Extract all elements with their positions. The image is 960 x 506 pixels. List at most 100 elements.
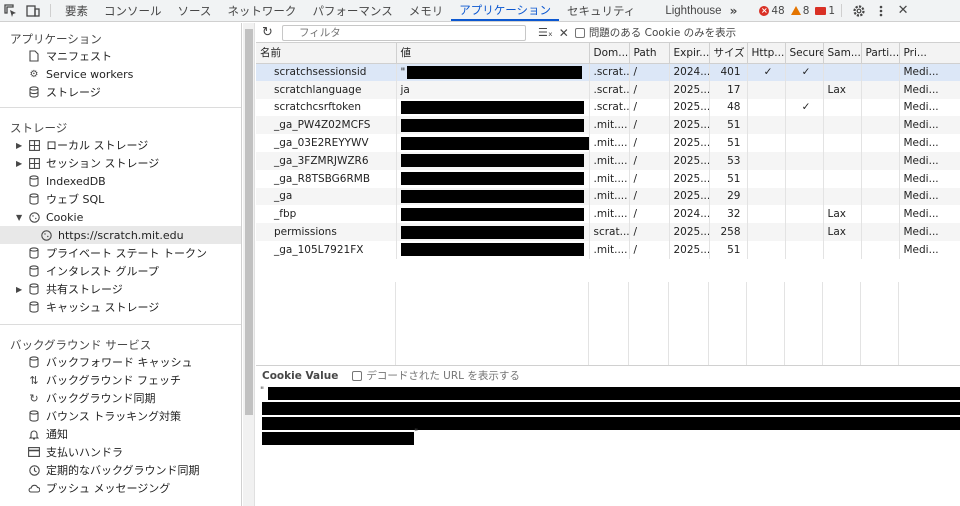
col-header-priority[interactable]: Pri... [899, 43, 960, 64]
inspect-element-icon[interactable] [0, 0, 22, 21]
clear-filtered-cookies-icon[interactable]: ☰ₓ [538, 26, 553, 39]
sidebar-item-background-sync[interactable]: ↻ バックグラウンド同期 [0, 389, 241, 407]
table-row[interactable]: scratchcsrftoken .scrat... / 2025... 48 ✓ Medi… [256, 98, 960, 117]
sidebar-item-bfcache[interactable]: バックフォワード キャッシュ [0, 353, 241, 371]
cell-expires-text: 2025... [673, 83, 709, 96]
table-header-row: 名前 値 Dom... Path Expir... サイズ Http... Se… [256, 43, 960, 64]
kebab-menu-icon[interactable] [870, 0, 892, 21]
tab-network[interactable]: ネットワーク [219, 0, 304, 21]
collapse-caret-icon[interactable]: ▼ [16, 213, 22, 222]
tab-application[interactable]: アプリケーション [451, 0, 559, 21]
sidebar-item-web-sql[interactable]: ウェブ SQL [0, 190, 241, 208]
cell-name: _ga [256, 187, 397, 206]
col-header-value[interactable]: 値 [396, 43, 590, 64]
sidebar-item-periodic-sync[interactable]: 定期的なバックグラウンド同期 [0, 461, 241, 479]
sidebar-item-cookie-origin[interactable]: https://scratch.mit.edu [0, 226, 241, 244]
table-row[interactable]: _ga_3FZMRJWZR6 .mit.... / 2025... 53 Medi... [256, 151, 960, 170]
cell-size: 48 [709, 98, 748, 117]
sidebar-item-app-storage[interactable]: ストレージ [0, 83, 241, 101]
sidebar-item-session-storage[interactable]: ▶ セッション ストレージ [0, 154, 241, 172]
tab-elements[interactable]: 要素 [57, 0, 96, 21]
col-header-name[interactable]: 名前 [256, 43, 397, 64]
close-devtools-icon[interactable]: ✕ [892, 0, 914, 21]
col-header-path[interactable]: Path [629, 43, 670, 64]
col-header-size[interactable]: サイズ [709, 43, 748, 64]
table-row[interactable]: _ga_03E2REYYWV .mit.... / 2025... 51 Medi... [256, 134, 960, 152]
col-header-samesite[interactable]: Sam... [823, 43, 862, 64]
table-row[interactable]: scratchsessionsid " .scrat... / 2024... 401 ✓ ✓… [256, 63, 960, 81]
sidebar-item-push-messaging[interactable]: プッシュ メッセージング [0, 479, 241, 497]
cell-expires: 2025... [669, 169, 710, 188]
tab-memory[interactable]: メモリ [401, 0, 452, 21]
cell-path: / [629, 134, 670, 152]
col-header-domain[interactable]: Dom... [589, 43, 630, 64]
cell-samesite [823, 187, 862, 206]
expand-caret-icon[interactable]: ▶ [16, 285, 22, 294]
sidebar-item-shared-storage[interactable]: ▶ 共有ストレージ [0, 280, 241, 298]
sidebar-item-interest-groups[interactable]: インタレスト グループ [0, 262, 241, 280]
filter-input[interactable] [282, 24, 526, 41]
table-row[interactable]: scratchlanguage ja .scrat... / 2025... 17 Lax M… [256, 80, 960, 99]
warning-count[interactable]: 8 [790, 0, 809, 21]
credit-card-icon [28, 446, 40, 458]
checkbox-box[interactable] [352, 370, 363, 381]
sidebar-item-private-state-tokens[interactable]: プライベート ステート トークン [0, 244, 241, 262]
sidebar-item-background-fetch[interactable]: ⇅ バックグラウンド フェッチ [0, 371, 241, 389]
section-application: アプリケーション [10, 32, 102, 46]
expand-caret-icon[interactable]: ▶ [16, 159, 22, 168]
checkbox-box[interactable] [574, 27, 585, 38]
cell-name-text: _ga_PW4Z02MCFS [274, 119, 371, 132]
col-header-httponly[interactable]: Http... [747, 43, 786, 64]
table-row[interactable]: permissions scrat... / 2025... 258 Lax Medi... [256, 223, 960, 241]
tab-console[interactable]: コンソール [96, 0, 170, 21]
table-row[interactable]: _ga_105L7921FX .mit.... / 2025... 51 Medi... [256, 240, 960, 259]
settings-gear-icon[interactable] [848, 0, 870, 21]
show-decoded-url-checkbox[interactable]: デコードされた URL を表示する [352, 368, 520, 383]
sidebar-item-notifications[interactable]: 通知 [0, 425, 241, 443]
tab-lighthouse[interactable]: Lighthouse [643, 0, 729, 21]
col-header-expires[interactable]: Expir... [669, 43, 710, 64]
more-tabs-button[interactable]: » [730, 0, 744, 21]
cell-samesite [823, 63, 862, 81]
issues-count[interactable]: 1 [815, 0, 835, 21]
sidebar-item-indexeddb[interactable]: IndexedDB [0, 172, 241, 190]
table-row[interactable]: _ga_PW4Z02MCFS .mit.... / 2025... 51 Medi... [256, 116, 960, 135]
tab-sources[interactable]: ソース [170, 0, 220, 21]
toolbar-divider [50, 4, 51, 17]
table-row[interactable]: _fbp .mit.... / 2024... 32 Lax Medi... [256, 205, 960, 224]
cell-domain: .mit.... [589, 134, 630, 152]
table-row[interactable]: _ga_R8TSBG6RMB .mit.... / 2025... 51 Medi... [256, 169, 960, 188]
filter-field[interactable]: ⏷ [282, 24, 526, 41]
error-count[interactable]: × 48 [759, 0, 785, 21]
delete-selected-icon[interactable]: ✕ [559, 26, 569, 40]
sidebar-item-bounce-tracking[interactable]: バウンス トラッキング対策 [0, 407, 241, 425]
database-icon [28, 86, 40, 98]
device-toolbar-icon[interactable] [22, 0, 44, 21]
sidebar-item-local-storage[interactable]: ▶ ローカル ストレージ [0, 136, 241, 154]
tab-performance[interactable]: パフォーマンス [304, 0, 400, 21]
cell-expires: 2025... [669, 187, 710, 206]
sidebar-item-payment-handler[interactable]: 支払いハンドラ [0, 443, 241, 461]
cell-httponly: ✓ [747, 63, 786, 81]
col-header-secure[interactable]: Secure [785, 43, 824, 64]
cell-secure [785, 240, 824, 259]
sidebar-item-manifest[interactable]: マニフェスト [0, 47, 241, 65]
sidebar-scrollbar-thumb[interactable] [245, 29, 253, 415]
cell-value [396, 169, 590, 188]
sidebar-scrollbar[interactable] [243, 23, 255, 506]
sidebar-item-service-workers[interactable]: ⚙ Service workers [0, 65, 241, 83]
table-row[interactable]: _ga .mit.... / 2025... 29 Medi... [256, 187, 960, 206]
cell-expires: 2025... [669, 80, 710, 99]
refresh-icon[interactable]: ↻ [262, 25, 276, 40]
database-icon [28, 265, 40, 277]
tab-security[interactable]: セキュリティ [559, 0, 643, 21]
cell-path-text: / [633, 226, 638, 239]
cell-size-text: 51 [727, 243, 741, 256]
sidebar-item-label: プッシュ メッセージング [46, 482, 171, 495]
expand-caret-icon[interactable]: ▶ [16, 141, 22, 150]
problem-cookies-only-checkbox[interactable]: 問題のある Cookie のみを表示 [574, 25, 736, 40]
col-header-partition[interactable]: Parti... [861, 43, 900, 64]
sidebar-item-cookies[interactable]: ▼ Cookie [0, 208, 241, 226]
sidebar-item-cache-storage[interactable]: キャッシュ ストレージ [0, 298, 241, 316]
cookie-value-content[interactable]: " " [256, 385, 960, 449]
